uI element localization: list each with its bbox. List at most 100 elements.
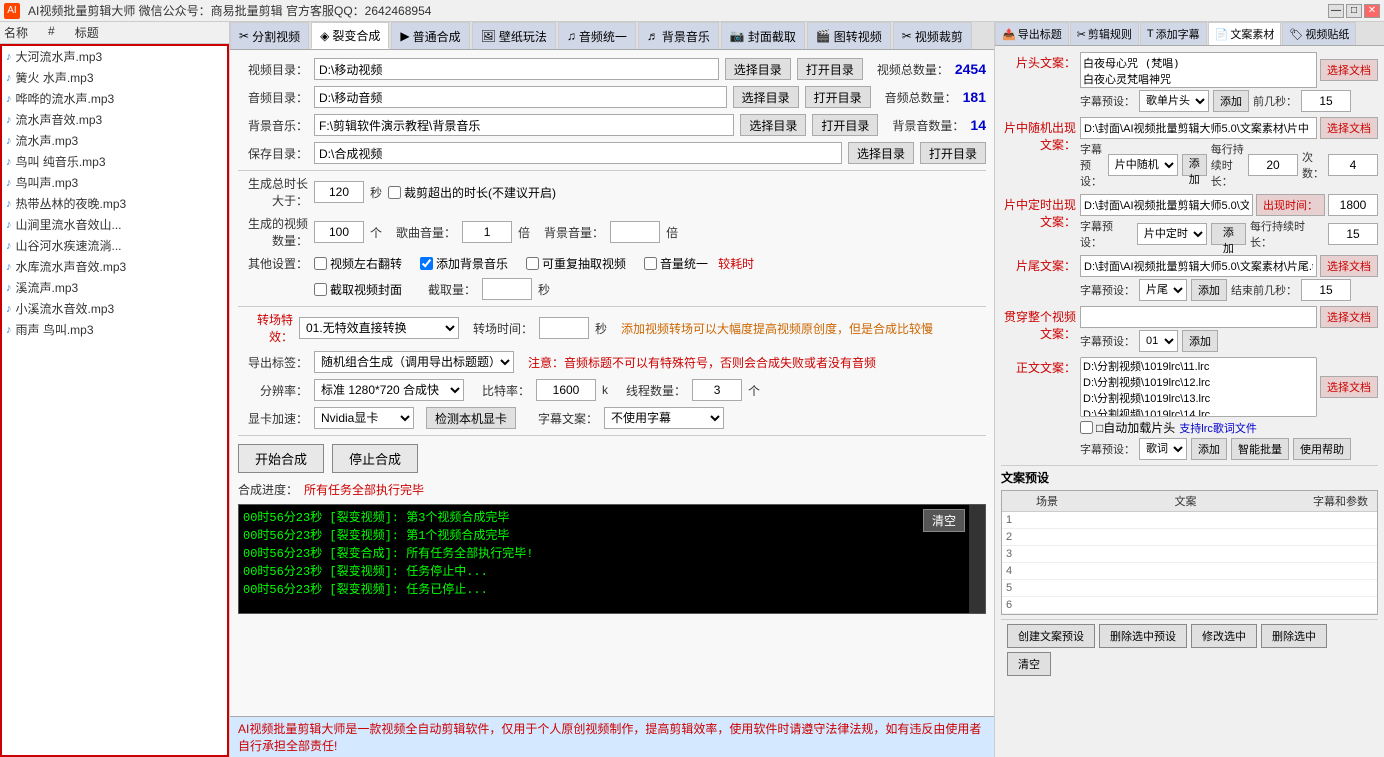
- mid-timed-subtitle-select[interactable]: 片中定时: [1137, 223, 1207, 245]
- save-dir-select-btn[interactable]: 选择目录: [848, 142, 914, 164]
- tab-视频裁剪[interactable]: ✂视频裁剪: [893, 22, 972, 49]
- list-item[interactable]: ♪山谷河水疾速流淌...: [2, 235, 227, 256]
- resolution-select[interactable]: 标准 1280*720 合成快: [314, 379, 464, 401]
- right-tab-视频贴纸[interactable]: 🏷视频贴纸: [1282, 22, 1356, 45]
- cut-cover-label[interactable]: 截取视频封面: [314, 281, 402, 298]
- maximize-button[interactable]: □: [1346, 4, 1362, 18]
- list-item[interactable]: ♪流水声音效.mp3: [2, 109, 227, 130]
- mid-timed-add-btn[interactable]: 添加: [1211, 223, 1246, 245]
- list-item[interactable]: ♪鸟叫 纯音乐.mp3: [2, 151, 227, 172]
- script-row[interactable]: 5: [1002, 580, 1377, 597]
- vol-unify-label[interactable]: 音量统一: [644, 255, 708, 272]
- file-list[interactable]: ♪大河流水声.mp3♪簧火 水声.mp3♪哗哗的流水声.mp3♪流水声音效.mp…: [0, 44, 229, 757]
- mid-timed-select-btn[interactable]: 出现时间：: [1256, 194, 1325, 216]
- tail-end-seconds-input[interactable]: [1301, 279, 1351, 301]
- list-item[interactable]: ♪溪流声.mp3: [2, 277, 227, 298]
- add-bg-music-label[interactable]: 添加背景音乐: [420, 255, 508, 272]
- tab-裂变合成[interactable]: ◈裂变合成: [311, 22, 389, 49]
- lyric-auto-load-label[interactable]: □自动加载片头: [1080, 419, 1175, 436]
- del-btn[interactable]: 删除选中: [1261, 624, 1327, 648]
- mid-random-input[interactable]: [1080, 117, 1317, 139]
- close-button[interactable]: ✕: [1364, 4, 1380, 18]
- lyric-add-btn[interactable]: 添加: [1191, 438, 1227, 460]
- lyric-auto-load-checkbox[interactable]: [1080, 421, 1093, 434]
- transition-time-input[interactable]: [539, 317, 589, 339]
- tab-封面截取[interactable]: 📷封面截取: [721, 22, 805, 49]
- audio-dir-open-btn[interactable]: 打开目录: [805, 86, 871, 108]
- video-dir-open-btn[interactable]: 打开目录: [797, 58, 863, 80]
- script-row[interactable]: 4: [1002, 563, 1377, 580]
- add-bg-music-checkbox[interactable]: [420, 257, 433, 270]
- del-selected-btn[interactable]: 删除选中预设: [1099, 624, 1187, 648]
- script-row[interactable]: 6: [1002, 597, 1377, 614]
- mid-duration-input[interactable]: [1248, 154, 1298, 176]
- list-item[interactable]: ♪鸟叫声.mp3: [2, 172, 227, 193]
- repeat-extract-checkbox[interactable]: [526, 257, 539, 270]
- full-add-btn[interactable]: 添加: [1182, 330, 1218, 352]
- mid-add-btn[interactable]: 添加: [1182, 154, 1207, 176]
- start-btn[interactable]: 开始合成: [238, 444, 324, 473]
- lyric-help-btn[interactable]: 使用帮助: [1293, 438, 1351, 460]
- cut-range-input[interactable]: [482, 278, 532, 300]
- edit-btn[interactable]: 修改选中: [1191, 624, 1257, 648]
- tab-分割视频[interactable]: ✂分割视频: [230, 22, 309, 49]
- mid-timed-time-input[interactable]: [1328, 194, 1378, 216]
- audio-dir-select-btn[interactable]: 选择目录: [733, 86, 799, 108]
- song-vol-input[interactable]: [462, 221, 512, 243]
- tab-壁纸玩法[interactable]: 🖼壁纸玩法: [472, 22, 556, 49]
- lyric-subtitle-select[interactable]: 歌词: [1139, 438, 1187, 460]
- gen-duration-input[interactable]: [314, 181, 364, 203]
- gen-count-input[interactable]: [314, 221, 364, 243]
- list-item[interactable]: ♪哗哗的流水声.mp3: [2, 88, 227, 109]
- list-item[interactable]: ♪流水声.mp3: [2, 130, 227, 151]
- tail-subtitle-select[interactable]: 片尾: [1139, 279, 1187, 301]
- mid-times-input[interactable]: [1328, 154, 1378, 176]
- lyric-select-btn[interactable]: 选择文档: [1320, 376, 1378, 398]
- flip-lr-label[interactable]: 视频左右翻转: [314, 255, 402, 272]
- thread-input[interactable]: [692, 379, 742, 401]
- list-item[interactable]: ♪簧火 水声.mp3: [2, 67, 227, 88]
- lyric-line-option[interactable]: D:\分割视频\1019lrc\13.lrc: [1083, 390, 1314, 406]
- tail-add-btn[interactable]: 添加: [1191, 279, 1227, 301]
- bitrate-input[interactable]: [536, 379, 596, 401]
- log-scrollbar[interactable]: [969, 505, 985, 613]
- gpu-select[interactable]: Nvidia显卡: [314, 407, 414, 429]
- head-script-textarea[interactable]: [1080, 52, 1317, 88]
- full-subtitle-select[interactable]: 01: [1139, 330, 1178, 352]
- script-row[interactable]: 1: [1002, 512, 1377, 529]
- right-tab-剪辑规则[interactable]: ✂剪辑规则: [1070, 22, 1139, 45]
- head-subtitle-select[interactable]: 歌单片头: [1139, 90, 1209, 112]
- stop-btn[interactable]: 停止合成: [332, 444, 418, 473]
- head-seconds-input[interactable]: [1301, 90, 1351, 112]
- video-dir-select-btn[interactable]: 选择目录: [725, 58, 791, 80]
- cut-exceed-checkbox[interactable]: [388, 186, 401, 199]
- bg-vol-input[interactable]: [610, 221, 660, 243]
- list-item[interactable]: ♪水库流水声音效.mp3: [2, 256, 227, 277]
- video-dir-input[interactable]: [314, 58, 719, 80]
- list-item[interactable]: ♪雨声 鸟叫.mp3: [2, 319, 227, 340]
- head-add-btn[interactable]: 添加: [1213, 90, 1249, 112]
- mid-timed-input[interactable]: [1080, 194, 1253, 216]
- minimize-button[interactable]: —: [1328, 4, 1344, 18]
- save-dir-input[interactable]: [314, 142, 842, 164]
- script-row[interactable]: 2: [1002, 529, 1377, 546]
- transition-select[interactable]: 01.无特效直接转换: [299, 317, 459, 339]
- tail-select-btn[interactable]: 选择文档: [1320, 255, 1378, 277]
- tab-图转视频[interactable]: 🎬图转视频: [807, 22, 891, 49]
- full-script-input[interactable]: [1080, 306, 1317, 328]
- bg-music-select-btn[interactable]: 选择目录: [740, 114, 806, 136]
- flip-lr-checkbox[interactable]: [314, 257, 327, 270]
- bg-music-open-btn[interactable]: 打开目录: [812, 114, 878, 136]
- right-tab-文案素材[interactable]: 📄文案素材: [1208, 22, 1282, 45]
- mid-random-select-btn[interactable]: 选择文档: [1320, 117, 1378, 139]
- tab-背景音乐[interactable]: ♬背景音乐: [638, 22, 719, 49]
- tab-普通合成[interactable]: ▶普通合成: [391, 22, 469, 49]
- script-row[interactable]: 3: [1002, 546, 1377, 563]
- lyric-smart-btn[interactable]: 智能批量: [1231, 438, 1289, 460]
- lyric-line-option[interactable]: D:\分割视频\1019lrc\14.lrc: [1083, 406, 1314, 417]
- lyric-lines-select[interactable]: D:\分割视频\1019lrc\11.lrcD:\分割视频\1019lrc\12…: [1080, 357, 1317, 417]
- lyric-line-option[interactable]: D:\分割视频\1019lrc\12.lrc: [1083, 374, 1314, 390]
- tail-script-input[interactable]: [1080, 255, 1317, 277]
- detect-gpu-btn[interactable]: 检测本机显卡: [426, 407, 516, 429]
- clear-btn[interactable]: 清空: [1007, 652, 1051, 676]
